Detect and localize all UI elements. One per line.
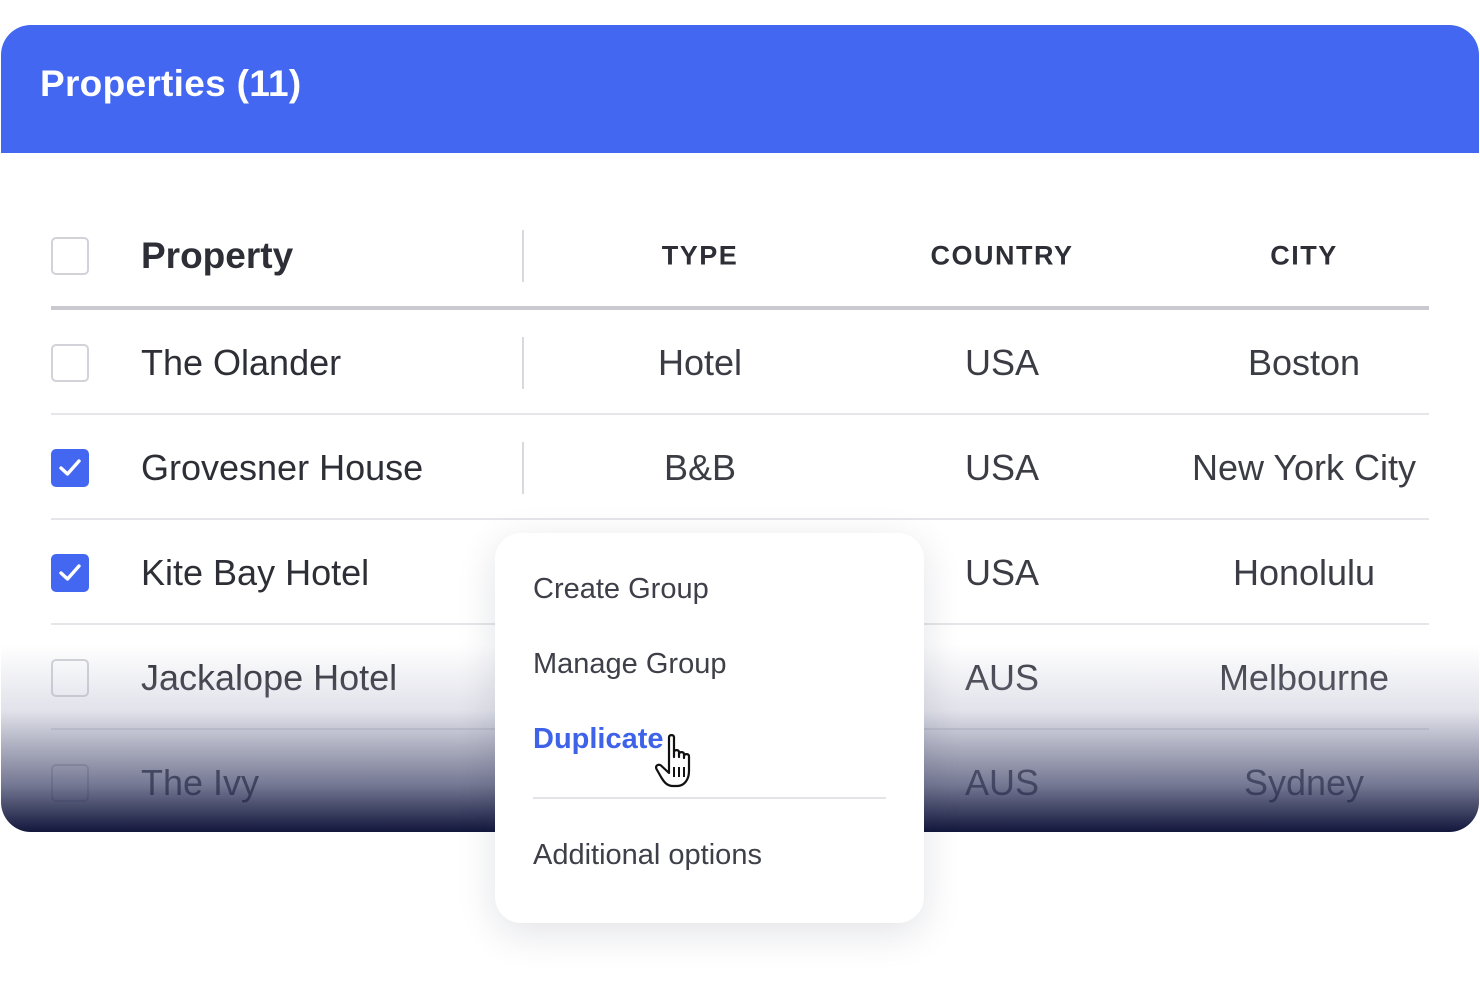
- property-name: The Ivy: [141, 761, 260, 803]
- menu-item-create-group[interactable]: Create Group: [533, 573, 709, 606]
- property-city: Boston: [1247, 341, 1361, 383]
- table-header-row: Property TYPE COUNTRY CITY: [51, 202, 1429, 310]
- check-icon: [59, 563, 81, 581]
- property-country: AUS: [964, 761, 1040, 803]
- menu-divider: [533, 797, 886, 799]
- row-checkbox[interactable]: [51, 763, 89, 802]
- column-separator: [522, 230, 524, 282]
- row-checkbox[interactable]: [51, 553, 89, 592]
- property-country: USA: [964, 446, 1040, 488]
- column-header-type[interactable]: TYPE: [662, 241, 739, 272]
- menu-item-manage-group[interactable]: Manage Group: [533, 648, 726, 681]
- card-header: Properties (11): [1, 25, 1479, 153]
- hand-pointer-icon: [655, 734, 691, 788]
- property-name: Grovesner House: [141, 446, 424, 488]
- check-icon: [59, 458, 81, 476]
- property-country: USA: [964, 551, 1040, 593]
- property-name: The Olander: [141, 341, 342, 383]
- property-city: Sydney: [1243, 761, 1365, 803]
- column-header-city[interactable]: CITY: [1270, 241, 1338, 272]
- row-checkbox[interactable]: [51, 448, 89, 487]
- property-type: Hotel: [657, 341, 743, 383]
- property-name: Kite Bay Hotel: [141, 551, 370, 593]
- context-menu: Create Group Manage Group Duplicate Addi…: [495, 533, 924, 923]
- property-city: Honolulu: [1232, 551, 1376, 593]
- property-type: B&B: [663, 446, 737, 488]
- property-country: USA: [964, 341, 1040, 383]
- table-row[interactable]: Grovesner House B&B USA New York City: [51, 415, 1429, 520]
- property-name: Jackalope Hotel: [141, 656, 398, 698]
- property-country: AUS: [964, 656, 1040, 698]
- table-row[interactable]: The Olander Hotel USA Boston: [51, 310, 1429, 415]
- page-title: Properties (11): [40, 63, 302, 104]
- menu-item-duplicate[interactable]: Duplicate: [533, 723, 664, 756]
- menu-item-additional-options[interactable]: Additional options: [533, 839, 762, 872]
- column-separator: [522, 441, 524, 494]
- column-separator: [522, 336, 524, 389]
- property-city: New York City: [1191, 446, 1417, 488]
- select-all-checkbox[interactable]: [51, 237, 89, 275]
- row-checkbox[interactable]: [51, 658, 89, 697]
- column-header-property[interactable]: Property: [141, 235, 293, 277]
- row-checkbox[interactable]: [51, 343, 89, 382]
- property-city: Melbourne: [1218, 656, 1390, 698]
- column-header-country[interactable]: COUNTRY: [931, 241, 1074, 272]
